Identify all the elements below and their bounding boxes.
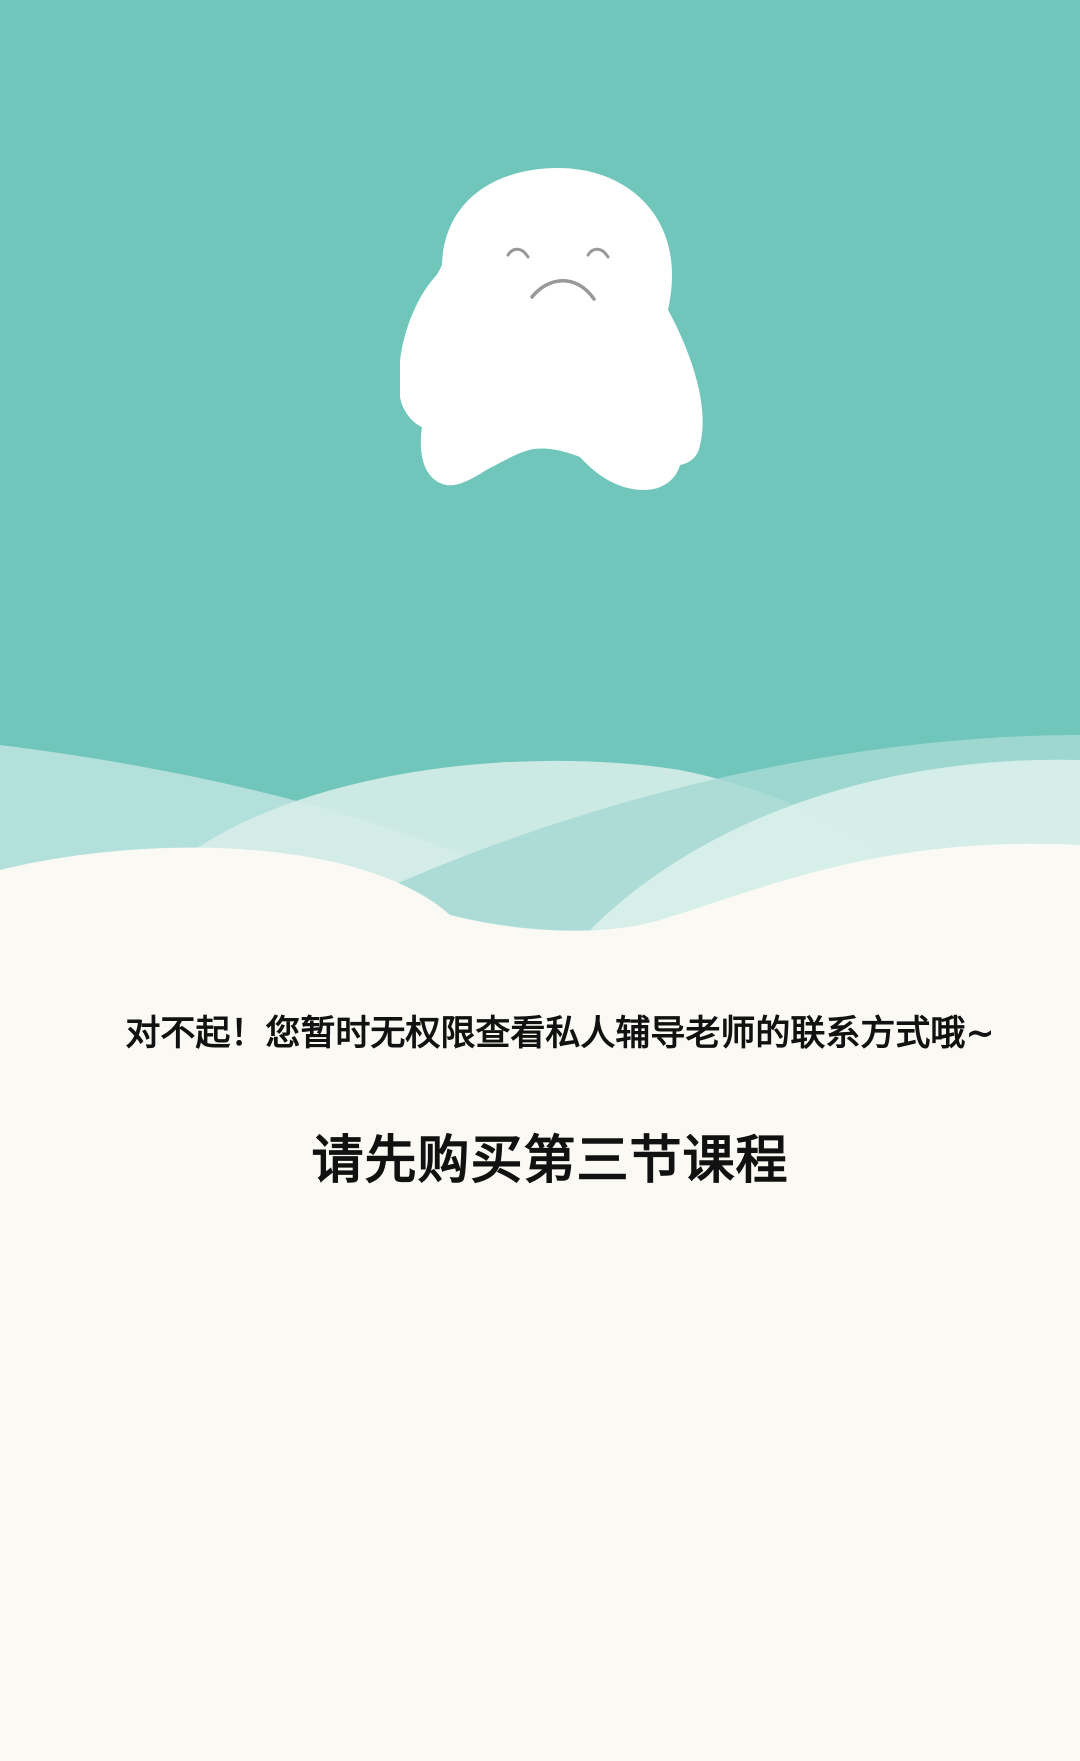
- sad-ghost-mascot-icon: [400, 168, 703, 490]
- ghost-body: [400, 168, 703, 490]
- purchase-cta: 请先购买第三节课程: [0, 1118, 1080, 1193]
- permission-message-text: 对不起！您暂时无权限查看私人辅导老师的联系方式哦~: [125, 1014, 995, 1054]
- permission-message: 对不起！您暂时无权限查看私人辅导老师的联系方式哦~: [0, 1005, 1080, 1056]
- purchase-cta-text: 请先购买第三节课程: [311, 1131, 789, 1191]
